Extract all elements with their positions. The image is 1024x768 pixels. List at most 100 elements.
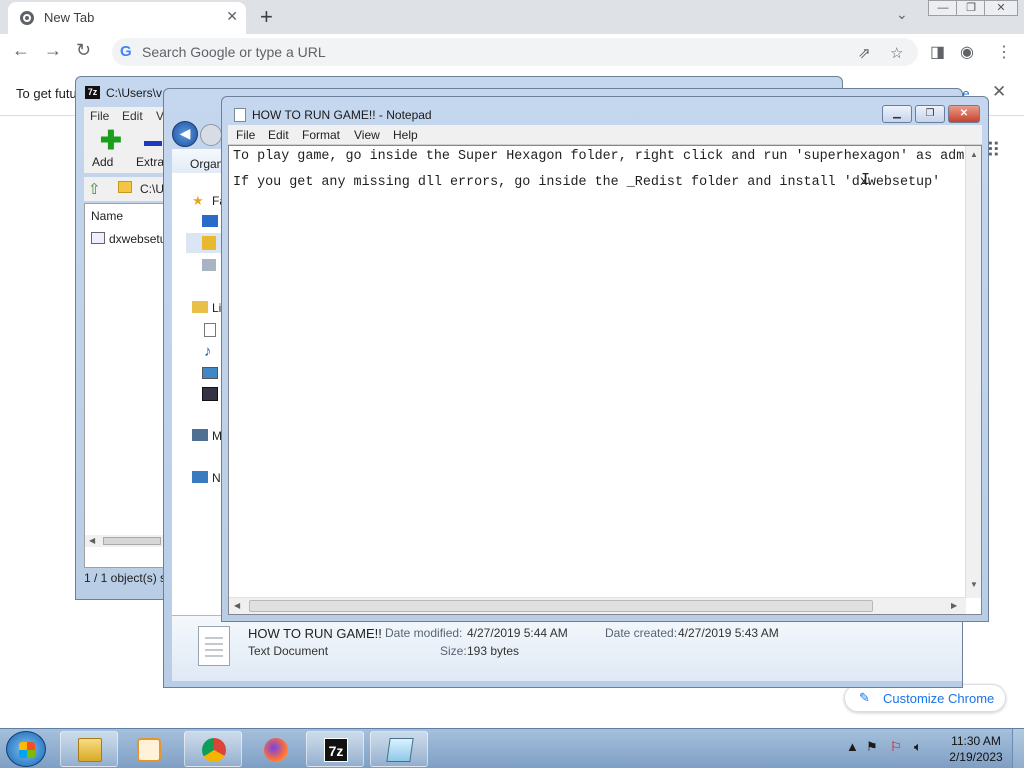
tab-close-icon[interactable]: ✕ — [226, 8, 238, 25]
taskbar-explorer-button[interactable] — [60, 731, 118, 767]
chrome-menu-icon[interactable]: ⋮ — [996, 42, 1012, 62]
taskbar: 7z ▲ ⚑ ⚐ 🔈︎ 11:30 AM 2/19/2023 — [0, 728, 1024, 768]
notepad-text-area[interactable]: To play game, go inside the Super Hexago… — [228, 145, 982, 615]
notepad-minimize-button[interactable]: ▁ — [882, 105, 912, 123]
executable-file-icon — [91, 232, 105, 244]
notepad-vscrollbar[interactable]: ▲ ▼ — [965, 146, 981, 598]
column-header-name[interactable]: Name — [91, 209, 123, 223]
network-disconnected-icon[interactable]: ⚐ — [890, 739, 902, 755]
libraries-icon — [192, 301, 208, 313]
explorer-forward-button[interactable] — [200, 124, 222, 146]
details-size-label: Size: — [440, 644, 467, 658]
volume-icon[interactable]: 🔈︎ — [914, 739, 922, 755]
sevenzip-extract-button[interactable]: Extract — [124, 125, 173, 173]
show-hidden-icons-icon[interactable]: ▲ — [846, 739, 859, 754]
sevenzip-status: 1 / 1 object(s) s — [84, 571, 167, 585]
tab-title: New Tab — [44, 10, 95, 25]
sevenzip-file-list: Name dxwebsetu ◀ — [84, 203, 166, 568]
pictures-icon[interactable] — [202, 367, 218, 379]
list-item[interactable]: dxwebsetu — [89, 230, 166, 248]
taskbar-firefox-button[interactable] — [246, 731, 304, 767]
customize-chrome-button[interactable]: ✎ Customize Chrome — [844, 684, 1006, 712]
sevenzip-address-field[interactable]: C:\U — [140, 182, 164, 196]
notepad-icon — [386, 738, 414, 762]
infobar-close-icon[interactable]: ✕ — [992, 82, 1006, 102]
notepad-menu-format[interactable]: Format — [302, 128, 340, 142]
tab-search-chevron-icon[interactable]: ⌄ — [896, 6, 908, 23]
notepad-menu-file[interactable]: File — [236, 128, 255, 142]
explorer-back-button[interactable]: ◀ — [172, 121, 198, 147]
seven-zip-icon: 7z — [324, 738, 348, 762]
notepad-hscrollbar[interactable]: ◀ ▶ — [229, 597, 966, 614]
show-desktop-button[interactable] — [1012, 729, 1024, 768]
sevenzip-address-bar: ⇧ C:\U — [84, 177, 164, 201]
organize-menu[interactable]: Organ — [190, 157, 223, 171]
new-tab-button[interactable]: + — [260, 4, 273, 30]
notepad-close-button[interactable]: ✕ — [948, 105, 980, 123]
chrome-maximize-button[interactable]: ❐ — [956, 0, 986, 16]
desktop-icon[interactable] — [202, 215, 218, 227]
sevenzip-toolbar: ✚ Add Extract — [84, 125, 173, 173]
tab-new-tab[interactable]: New Tab ✕ — [8, 2, 246, 34]
scroll-up-icon[interactable]: ▲ — [970, 150, 978, 159]
taskbar-media-player-button[interactable] — [122, 731, 180, 767]
scroll-down-icon[interactable]: ▼ — [970, 580, 978, 589]
sevenzip-menu-edit[interactable]: Edit — [122, 109, 143, 123]
details-created-value: 4/27/2019 5:43 AM — [678, 626, 779, 640]
add-plus-icon: ✚ — [100, 125, 122, 155]
omnibox-placeholder[interactable]: Search Google or type a URL — [142, 44, 326, 60]
scroll-right-icon[interactable]: ▶ — [951, 601, 957, 610]
share-icon[interactable]: ⇗ — [858, 44, 871, 62]
scroll-thumb[interactable] — [249, 600, 873, 612]
sevenzip-hscrollbar[interactable]: ◀ — [85, 535, 163, 547]
text-document-icon — [198, 626, 230, 666]
taskbar-7zip-button[interactable]: 7z — [306, 731, 364, 767]
chrome-favicon-icon — [20, 11, 34, 25]
notepad-menu-help[interactable]: Help — [393, 128, 418, 142]
text-cursor-ibeam-icon: I — [861, 170, 871, 188]
recent-places-icon[interactable] — [202, 259, 216, 271]
bookmark-star-icon[interactable]: ☆ — [890, 44, 903, 62]
chrome-close-button[interactable]: ✕ — [984, 0, 1018, 16]
customize-chrome-label: Customize Chrome — [883, 691, 995, 706]
nav-label: Li — [212, 301, 222, 315]
taskbar-notepad-button[interactable] — [370, 731, 428, 767]
notepad-menu-edit[interactable]: Edit — [268, 128, 289, 142]
taskbar-clock[interactable]: 11:30 AM 2/19/2023 — [946, 733, 1006, 765]
notepad-maximize-button[interactable]: ❐ — [915, 105, 945, 123]
sevenzip-menubar: File Edit V — [84, 107, 164, 125]
nav-label: N — [212, 471, 221, 485]
back-arrow-icon[interactable]: ← — [12, 40, 30, 61]
explorer-nav-pane: ★ Fa Li ♪ M N — [172, 173, 236, 623]
start-button[interactable] — [6, 731, 46, 767]
details-modified-value: 4/27/2019 5:44 AM — [467, 626, 568, 640]
profile-avatar-icon[interactable]: ◉ — [960, 42, 974, 62]
folder-up-icon[interactable]: ⇧ — [88, 180, 101, 198]
scroll-thumb[interactable] — [103, 537, 161, 545]
chrome-minimize-button[interactable]: — — [928, 0, 958, 16]
action-center-flag-icon[interactable]: ⚑ — [866, 739, 878, 755]
clock-date: 2/19/2023 — [949, 750, 1003, 764]
scroll-left-icon[interactable]: ◀ — [234, 601, 240, 610]
music-icon[interactable]: ♪ — [204, 343, 212, 360]
videos-icon[interactable] — [202, 387, 218, 401]
clock-time: 11:30 AM — [951, 734, 1001, 748]
chrome-toolbar: ← → ↻ G Search Google or type a URL ⇗ ☆ … — [0, 34, 1024, 70]
text-line: If you get any missing dll errors, go in… — [233, 175, 941, 190]
omnibox[interactable]: G Search Google or type a URL ⇗ ☆ — [112, 38, 918, 66]
notepad-menu-view[interactable]: View — [354, 128, 380, 142]
downloads-icon — [202, 236, 216, 250]
scroll-left-icon[interactable]: ◀ — [89, 536, 95, 545]
forward-arrow-icon[interactable]: → — [44, 40, 62, 61]
side-panel-icon[interactable]: ◨ — [930, 42, 945, 62]
reload-icon[interactable]: ↻ — [76, 40, 91, 61]
sevenzip-title: C:\Users\v — [106, 86, 163, 100]
extract-minus-icon — [144, 141, 162, 146]
taskbar-chrome-button[interactable] — [184, 731, 242, 767]
sevenzip-menu-file[interactable]: File — [90, 109, 109, 123]
documents-icon[interactable] — [204, 323, 216, 337]
windows-logo-icon — [19, 742, 35, 758]
folder-icon — [78, 738, 102, 762]
text-line: To play game, go inside the Super Hexago… — [233, 149, 965, 164]
sevenzip-add-button[interactable]: ✚ Add — [84, 125, 124, 173]
